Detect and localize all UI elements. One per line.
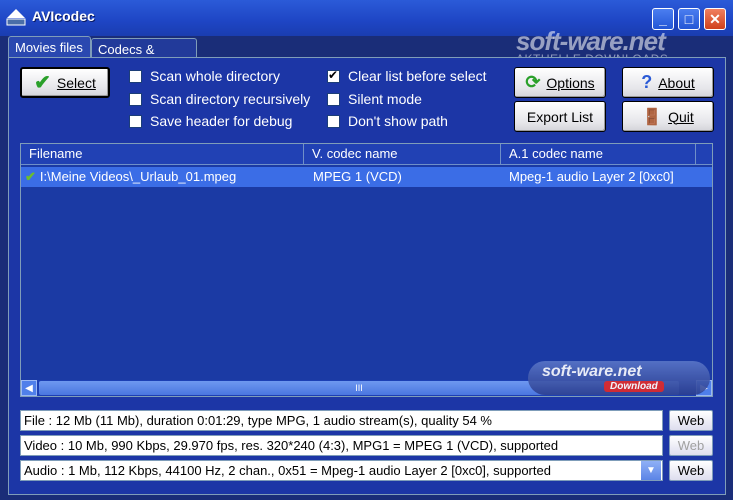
badge-download: Download xyxy=(604,381,664,392)
checkbox-label: Scan whole directory xyxy=(150,68,280,84)
file-web-button[interactable]: Web xyxy=(669,410,713,431)
checkbox-label: Silent mode xyxy=(348,91,422,107)
column-header-acodec[interactable]: A.1 codec name xyxy=(501,144,696,164)
filename-cell: ✔ I:\Meine Videos\_Urlaub_01.mpeg xyxy=(25,167,305,187)
quit-label: Quit xyxy=(668,108,694,125)
audio-info-select[interactable]: Audio : 1 Mb, 112 Kbps, 44100 Hz, 2 chan… xyxy=(20,460,663,481)
quit-button[interactable]: 🚪 Quit xyxy=(622,101,714,132)
close-button[interactable]: ✕ xyxy=(704,8,726,30)
filename-text: I:\Meine Videos\_Urlaub_01.mpeg xyxy=(39,169,237,184)
ok-check-icon: ✔ xyxy=(25,169,36,184)
checkbox-label: Don't show path xyxy=(348,113,448,129)
file-info-field: File : 12 Mb (11 Mb), duration 0:01:29, … xyxy=(20,410,663,431)
checkbox-label: Save header for debug xyxy=(150,113,293,129)
scan-recursively-checkbox[interactable]: Scan directory recursively xyxy=(129,91,310,107)
window-title: AVIcodec xyxy=(32,8,95,24)
list-header: Filename V. codec name A.1 codec name xyxy=(21,144,712,165)
app-icon xyxy=(6,9,26,26)
save-header-debug-checkbox[interactable]: Save header for debug xyxy=(129,113,292,129)
scan-whole-directory-checkbox[interactable]: Scan whole directory xyxy=(129,68,280,84)
vcodec-cell: MPEG 1 (VCD) xyxy=(313,169,402,184)
maximize-button[interactable]: □ xyxy=(678,8,700,30)
tab-movies-files[interactable]: Movies files xyxy=(8,36,91,58)
checkmark-icon: ✔ xyxy=(34,72,51,94)
question-icon: ? xyxy=(641,72,653,92)
avicodec-window: AVIcodec _ □ ✕ soft-ware.net AKTUELLE DO… xyxy=(0,0,733,500)
dont-show-path-checkbox[interactable]: Don't show path xyxy=(327,113,448,129)
about-button[interactable]: ? About xyxy=(622,67,714,98)
checkbox-label: Clear list before select xyxy=(348,68,487,84)
badge-text: soft-ware.net xyxy=(542,363,642,380)
checkbox-box[interactable] xyxy=(327,92,340,106)
video-web-button[interactable]: Web xyxy=(669,435,713,456)
acodec-cell: Mpeg-1 audio Layer 2 [0xc0] xyxy=(509,169,674,184)
checkbox-box[interactable] xyxy=(129,92,142,106)
about-label: About xyxy=(658,74,695,91)
soft-ware-badge: soft-ware.net Download xyxy=(528,361,710,395)
column-header-filename[interactable]: Filename xyxy=(21,144,304,164)
chevron-down-icon[interactable]: ▼ xyxy=(641,461,661,480)
exit-door-icon: 🚪 xyxy=(642,108,663,126)
movie-file-list[interactable]: Filename V. codec name A.1 codec name ✔ I… xyxy=(20,143,713,397)
video-info-field: Video : 10 Mb, 990 Kbps, 29.970 fps, res… xyxy=(20,435,663,456)
options-button[interactable]: ⟳ Options xyxy=(514,67,606,98)
checkbox-box[interactable] xyxy=(129,69,142,83)
checkbox-box[interactable] xyxy=(129,114,142,128)
list-item[interactable]: ✔ I:\Meine Videos\_Urlaub_01.mpeg MPEG 1 … xyxy=(21,167,712,187)
export-label: Export List xyxy=(526,108,594,125)
checkbox-label: Scan directory recursively xyxy=(150,91,311,107)
options-label: Options xyxy=(546,74,595,91)
audio-web-button[interactable]: Web xyxy=(669,460,713,481)
silent-mode-checkbox[interactable]: Silent mode xyxy=(327,91,422,107)
clear-list-checkbox[interactable]: Clear list before select xyxy=(327,68,487,84)
checkbox-box[interactable] xyxy=(327,68,340,83)
column-header-vcodec[interactable]: V. codec name xyxy=(304,144,501,164)
scroll-left-arrow-icon[interactable]: ◀ xyxy=(21,380,37,396)
select-button[interactable]: ✔ Select xyxy=(20,67,110,98)
export-list-button[interactable]: Export List xyxy=(514,101,606,132)
checkbox-box[interactable] xyxy=(327,114,340,128)
refresh-icon: ⟳ xyxy=(525,72,541,92)
select-label: Select xyxy=(56,74,96,91)
